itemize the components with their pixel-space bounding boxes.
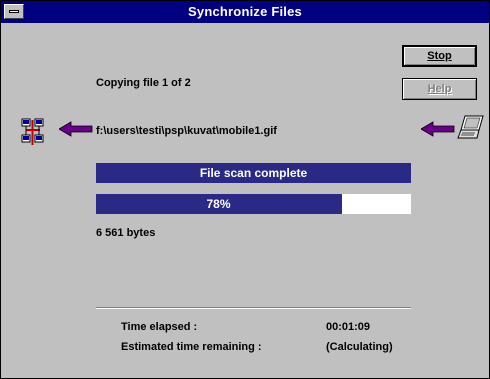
file-path-text: f:\users\testi\psp\kuvat\mobile1.gif	[96, 125, 277, 137]
bytes-copied-text: 6 561 bytes	[96, 227, 156, 239]
time-remaining-label: Estimated time remaining :	[121, 341, 262, 353]
arrow-left-icon	[58, 121, 93, 142]
copy-status-text: Copying file 1 of 2	[96, 77, 191, 89]
scan-status-box: File scan complete	[96, 163, 411, 183]
progress-percent: 78%	[206, 197, 231, 211]
time-remaining-value: (Calculating)	[326, 341, 393, 353]
time-elapsed-value: 00:01:09	[326, 321, 371, 333]
divider	[96, 307, 411, 309]
title-bar: Synchronize Files	[1, 1, 489, 23]
arrow-left-icon	[420, 121, 455, 142]
progress-bar: 78%	[96, 194, 411, 214]
window-title: Synchronize Files	[188, 4, 302, 19]
time-elapsed-label: Time elapsed :	[121, 321, 198, 333]
help-button-label: Help	[427, 83, 452, 95]
stop-button-label: Stop	[427, 50, 452, 62]
stop-button[interactable]: Stop	[402, 45, 477, 67]
synchronize-files-dialog: Synchronize Files Stop Help Copying file…	[0, 0, 490, 379]
help-button[interactable]: Help	[402, 78, 477, 100]
laptop-icon	[457, 114, 485, 147]
network-connection-icon	[21, 118, 45, 151]
